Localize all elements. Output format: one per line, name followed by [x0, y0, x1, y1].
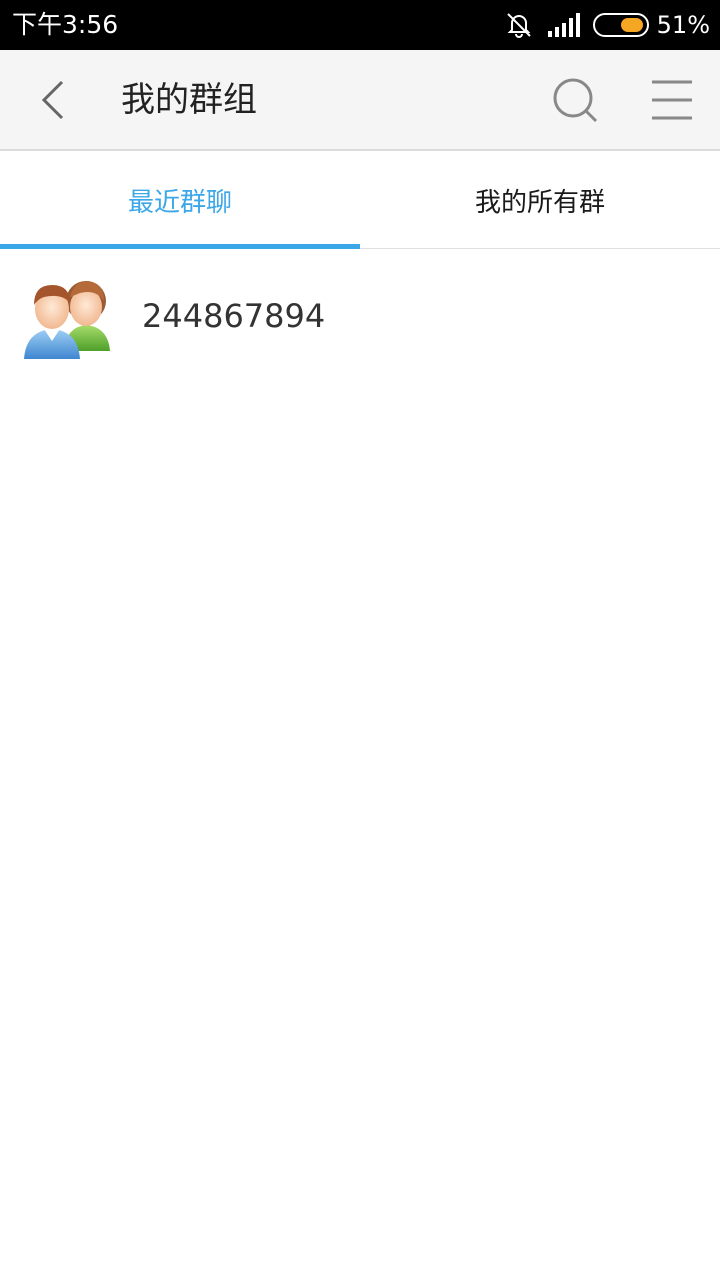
- status-bar: 下午3:56 51%: [0, 0, 720, 50]
- search-icon[interactable]: [549, 74, 603, 128]
- page-title: 我的群组: [121, 80, 257, 120]
- back-button[interactable]: [28, 75, 78, 125]
- battery-level-fill: [620, 18, 643, 32]
- group-list: 244867894: [0, 249, 720, 381]
- bell-off-icon: [506, 13, 531, 38]
- app-header: 我的群组: [0, 50, 720, 151]
- group-name: 244867894: [142, 297, 326, 335]
- list-item[interactable]: 244867894: [0, 249, 720, 381]
- tab-label: 最近群聊: [127, 188, 232, 218]
- tab-label: 我的所有群: [474, 188, 605, 218]
- menu-icon[interactable]: [648, 78, 696, 122]
- group-avatar-icon: [24, 281, 110, 359]
- battery-percent: 51%: [656, 11, 710, 39]
- tab-bar: 最近群聊 我的所有群: [0, 153, 720, 249]
- status-time: 下午3:56: [12, 10, 119, 39]
- signal-icon: [547, 13, 580, 37]
- tab-recent-groups[interactable]: 最近群聊: [0, 153, 360, 249]
- back-arrow-icon: [41, 80, 64, 120]
- status-icons: 51%: [505, 0, 710, 50]
- tab-all-groups[interactable]: 我的所有群: [360, 153, 720, 248]
- battery-icon: [592, 13, 649, 37]
